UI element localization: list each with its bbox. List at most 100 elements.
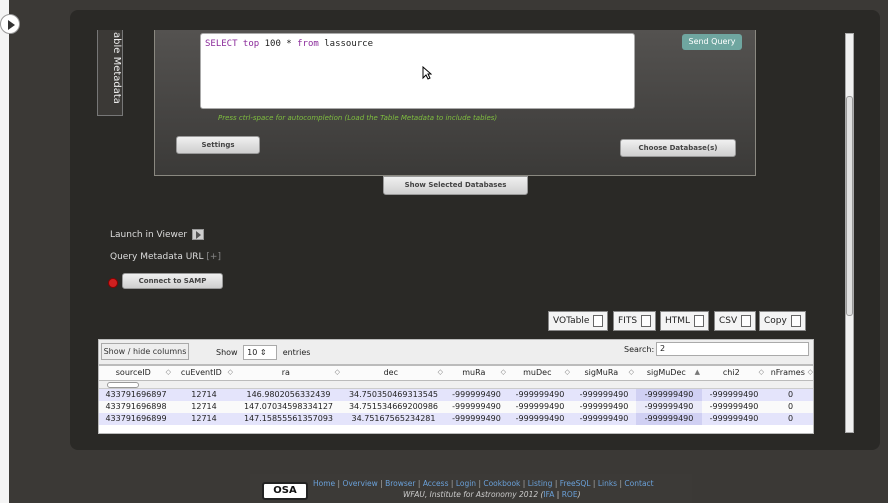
column-header-label: muDec xyxy=(523,368,552,378)
table-row[interactable]: 433791696897 12714 146.9802056332439 34.… xyxy=(99,388,813,401)
show-selected-databases-button[interactable]: Show Selected Databases xyxy=(383,176,528,195)
html-export-button[interactable]: HTML xyxy=(660,311,710,331)
sql-editor[interactable]: SELECT top 100 * from lassource xyxy=(200,33,635,109)
search-input[interactable]: 2 xyxy=(656,342,809,356)
footer-link-browser[interactable]: Browser xyxy=(385,479,415,488)
vertical-scrollbar[interactable] xyxy=(845,33,854,433)
choose-database-button[interactable]: Choose Database(s) xyxy=(620,139,736,157)
footer-link-links[interactable]: Links xyxy=(598,479,617,488)
copy-button[interactable]: Copy xyxy=(759,311,806,331)
table-cell: -999999490 xyxy=(508,388,572,401)
footer-link-overview[interactable]: Overview xyxy=(342,479,377,488)
column-header[interactable]: dec ◇ xyxy=(342,366,445,381)
institute-text: WFAU, Institute for Astronomy 2012 xyxy=(403,490,539,499)
metadata-url-label: Query Metadata URL xyxy=(110,252,204,262)
footer-links: Home | Overview | Browser | Access | Log… xyxy=(313,479,654,488)
votable-export-button[interactable]: VOTable xyxy=(548,311,609,331)
table-cell: -999999490 xyxy=(508,412,572,425)
page-length-select[interactable]: 10 ⇕ xyxy=(243,345,278,360)
column-header[interactable]: muRa ◇ xyxy=(445,366,508,381)
footer-link-login[interactable]: Login xyxy=(456,479,476,488)
column-header[interactable]: muDec ◇ xyxy=(508,366,572,381)
column-header[interactable]: nFrames ◇ xyxy=(766,366,813,381)
osa-logo[interactable]: OSA xyxy=(262,482,308,500)
page-length-value: 10 xyxy=(247,348,258,357)
samp-status-icon xyxy=(108,278,118,288)
table-cell: 12714 xyxy=(173,400,235,413)
column-header[interactable]: sourceID ◇ xyxy=(99,366,173,381)
table-cell: 34.751534669200986 xyxy=(342,400,445,413)
fits-export-button[interactable]: FITS xyxy=(613,311,657,331)
footer-link-ifa[interactable]: IFA xyxy=(543,490,554,499)
copy-icon xyxy=(790,314,801,327)
footer-link-home[interactable]: Home xyxy=(313,479,335,488)
column-header-label: cuEventID xyxy=(180,368,222,378)
footer-link-contact[interactable]: Contact xyxy=(624,479,653,488)
table-cell: -999999490 xyxy=(572,388,636,401)
table-cell: 34.75167565234281 xyxy=(342,412,445,425)
table-cell: 433791696898 xyxy=(99,400,173,413)
sort-icon: ◇ xyxy=(500,368,506,377)
send-query-button[interactable]: Send Query xyxy=(682,34,742,50)
horizontal-scrollbar[interactable] xyxy=(99,380,813,389)
query-metadata-url: Query Metadata URL [+] xyxy=(110,252,221,262)
column-header[interactable]: cuEventID ◇ xyxy=(173,366,235,381)
csv-export-button[interactable]: CSV xyxy=(714,311,757,331)
entries-label: entries xyxy=(282,348,311,357)
launch-viewer-icon[interactable] xyxy=(192,229,205,240)
column-header[interactable]: sigMuRa ◇ xyxy=(572,366,636,381)
sql-number: 100 xyxy=(264,39,281,49)
sort-icon: ◇ xyxy=(564,368,570,377)
footer-link-listing[interactable]: Listing xyxy=(528,479,553,488)
mouse-cursor-icon xyxy=(422,66,432,80)
table-cell: -999999490 xyxy=(702,388,766,401)
footer-link-roe[interactable]: ROE xyxy=(562,490,578,499)
column-header[interactable]: sigMuDec ▲ xyxy=(636,366,702,381)
sort-icon: ◇ xyxy=(807,368,813,377)
table-cell: -999999490 xyxy=(508,400,572,413)
footer: OSA Home | Overview | Browser | Access |… xyxy=(250,474,692,503)
column-header-label: chi2 xyxy=(722,368,740,378)
votable-label: VOTable xyxy=(553,316,590,326)
show-hide-columns-button[interactable]: Show / hide columns xyxy=(101,343,189,360)
connect-samp-button[interactable]: Connect to SAMP xyxy=(122,273,223,289)
file-icon xyxy=(694,314,705,327)
sql-keyword-from: from xyxy=(297,39,319,49)
table-cell: 0 xyxy=(766,412,813,425)
autocomplete-hint: Press ctrl-space for autocompletion (Loa… xyxy=(218,114,498,122)
table-cell: -999999490 xyxy=(702,412,766,425)
play-toggle-icon[interactable] xyxy=(0,14,20,34)
table-header-row: sourceID ◇ cuEventID ◇ ra ◇ dec ◇ muRa ◇… xyxy=(99,366,813,381)
table-cell: 12714 xyxy=(173,412,235,425)
search-label: Search: xyxy=(624,345,655,354)
table-cell: -999999490 xyxy=(636,388,702,401)
table-row[interactable]: 433791696899 12714 147.15855561357093 34… xyxy=(99,412,813,425)
file-icon xyxy=(593,314,604,327)
settings-button[interactable]: Settings xyxy=(176,136,260,154)
column-header-label: muRa xyxy=(462,368,486,378)
table-cell: 146.9802056332439 xyxy=(235,388,342,401)
launch-label: Launch in Viewer xyxy=(110,230,188,240)
table-metadata-tab[interactable]: able Metadata xyxy=(97,30,123,116)
horizontal-scrollbar-thumb[interactable] xyxy=(107,381,139,388)
table-cell: 0 xyxy=(766,400,813,413)
sort-icon: ◇ xyxy=(227,368,233,377)
sort-icon: ▲ xyxy=(694,368,700,377)
sort-icon: ◇ xyxy=(334,368,340,377)
sort-icon: ◇ xyxy=(165,368,171,377)
footer-link-freesql[interactable]: FreeSQL xyxy=(560,479,591,488)
sql-star: * xyxy=(286,39,292,49)
table-row[interactable]: 433791696898 12714 147.07034598334127 34… xyxy=(99,400,813,413)
metadata-url-expand[interactable]: [+] xyxy=(206,252,221,262)
csv-label: CSV xyxy=(719,316,738,326)
sort-icon: ◇ xyxy=(758,368,764,377)
table-cell: -999999490 xyxy=(445,400,508,413)
table-cell: 433791696899 xyxy=(99,412,173,425)
vertical-scrollbar-thumb[interactable] xyxy=(846,96,853,316)
table-cell: 433791696897 xyxy=(99,388,173,401)
footer-link-cookbook[interactable]: Cookbook xyxy=(483,479,520,488)
column-header[interactable]: ra ◇ xyxy=(235,366,342,381)
footer-link-access[interactable]: Access xyxy=(423,479,449,488)
left-strip xyxy=(0,0,9,503)
column-header[interactable]: chi2 ◇ xyxy=(702,366,766,381)
